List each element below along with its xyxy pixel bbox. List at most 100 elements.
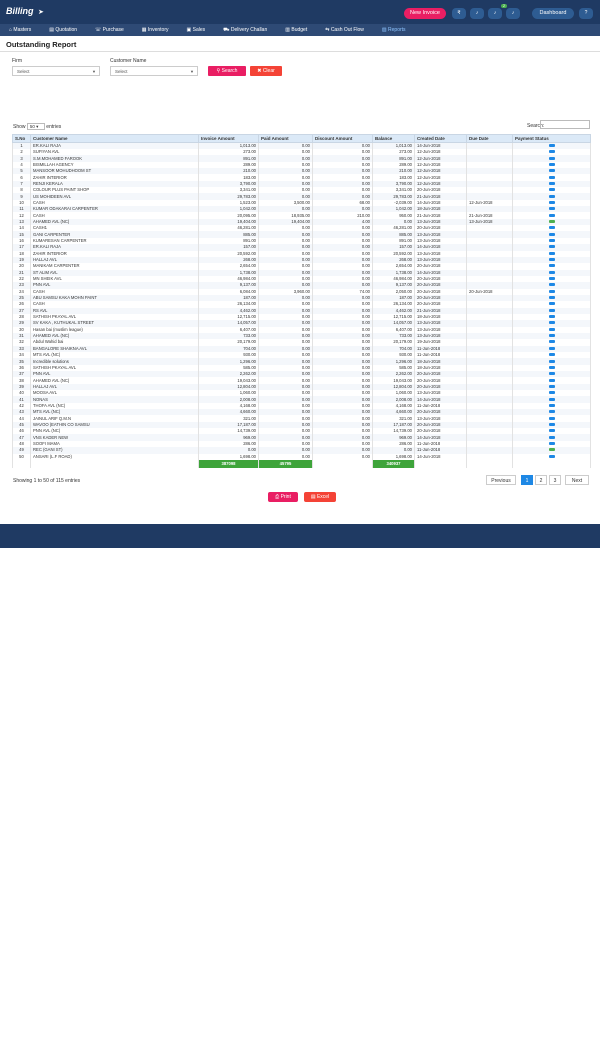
- payment-status-icon[interactable]: [548, 315, 555, 319]
- nav-reports[interactable]: ▧ Reports: [373, 27, 415, 33]
- payment-status-icon[interactable]: [548, 454, 555, 458]
- app-logo[interactable]: Billing: [6, 6, 34, 16]
- payment-status-icon[interactable]: [548, 327, 555, 331]
- notification-icon[interactable]: ♪: [488, 8, 502, 19]
- nav-quotation[interactable]: ▤ Quotation: [40, 27, 86, 33]
- payment-status-icon[interactable]: [548, 264, 555, 268]
- payment-status-icon[interactable]: [548, 258, 555, 262]
- payment-status-icon[interactable]: [548, 245, 555, 249]
- payment-status-icon[interactable]: [548, 435, 555, 439]
- help-icon[interactable]: ?: [579, 8, 593, 19]
- page-1-button[interactable]: 1: [521, 475, 533, 485]
- dashboard-button[interactable]: Dashboard: [532, 8, 574, 19]
- new-invoice-button[interactable]: New Invoice: [404, 8, 446, 19]
- search-button[interactable]: ⚲ Search: [208, 66, 246, 76]
- page-size-control: Show 50 ▾ entries: [13, 123, 61, 130]
- payment-status-icon[interactable]: [548, 156, 555, 160]
- payment-status-icon[interactable]: [548, 321, 555, 325]
- payment-status-icon[interactable]: [548, 200, 555, 204]
- excel-button-label: Excel: [316, 494, 330, 500]
- payment-status-icon[interactable]: [548, 378, 555, 382]
- previous-button[interactable]: Previous: [486, 475, 516, 485]
- payment-status-icon[interactable]: [548, 144, 555, 147]
- payment-status-icon[interactable]: [548, 410, 555, 414]
- payment-status-icon[interactable]: [548, 397, 555, 401]
- payment-status-icon[interactable]: [548, 169, 555, 173]
- payment-status-icon[interactable]: [548, 422, 555, 426]
- column-header[interactable]: Customer Name: [30, 134, 199, 143]
- payment-status-icon[interactable]: [548, 194, 555, 198]
- payment-status-icon[interactable]: [548, 391, 555, 395]
- payment-status-icon[interactable]: [548, 207, 555, 211]
- payment-status-icon[interactable]: [548, 238, 555, 242]
- customer-select[interactable]: Select ▼: [110, 66, 198, 76]
- payment-status-icon[interactable]: [548, 289, 555, 293]
- payment-status-icon[interactable]: [548, 372, 555, 376]
- payment-status-icon[interactable]: [548, 384, 555, 388]
- entries-info: Showing 1 to 50 of 115 entries: [13, 478, 81, 484]
- payment-status-icon[interactable]: [548, 150, 555, 154]
- column-header[interactable]: Invoice Amount: [198, 134, 259, 143]
- payment-status-icon[interactable]: [548, 226, 555, 230]
- payment-status-icon[interactable]: [548, 308, 555, 312]
- totals-row: 387098 45795 340937: [12, 459, 591, 468]
- table-header-row: S.No Customer Name Invoice Amount Paid Amou…: [12, 134, 591, 143]
- payment-status-icon[interactable]: [548, 219, 555, 223]
- payment-status-icon[interactable]: [548, 270, 555, 274]
- payment-status-icon[interactable]: [548, 441, 555, 445]
- powered-by-text: Powered By PDF Solutions: [523, 1057, 590, 1063]
- column-header[interactable]: Discount Amount: [312, 134, 373, 143]
- payment-status-icon[interactable]: [548, 232, 555, 236]
- payment-status-icon[interactable]: [548, 365, 555, 369]
- print-button[interactable]: ⎙ Print: [268, 492, 298, 502]
- column-header[interactable]: Created Date: [414, 134, 467, 143]
- clear-button[interactable]: ✖ Clear: [250, 66, 282, 76]
- rupee-icon[interactable]: ₹: [452, 8, 466, 19]
- payment-status-icon[interactable]: [548, 213, 555, 217]
- clear-button-label: Clear: [262, 68, 275, 74]
- bell-icon[interactable]: ♪: [470, 8, 484, 19]
- payment-status-icon[interactable]: [548, 283, 555, 287]
- column-header[interactable]: S.No: [12, 134, 31, 143]
- payment-status-icon[interactable]: [548, 302, 555, 306]
- column-header[interactable]: Balance: [372, 134, 415, 143]
- page-size-select[interactable]: 50 ▾: [26, 123, 45, 130]
- nav-inventory[interactable]: ▦ Inventory: [133, 27, 178, 33]
- nav-cash-out-flow[interactable]: ⇆ Cash Out Flow: [316, 27, 373, 33]
- payment-status-icon[interactable]: [548, 353, 555, 357]
- table-search-input[interactable]: [540, 120, 590, 129]
- menu-toggle-icon[interactable]: ➤: [38, 8, 44, 16]
- payment-status-icon[interactable]: [548, 340, 555, 344]
- excel-button[interactable]: ▤ Excel: [304, 492, 336, 502]
- payment-status-icon[interactable]: [548, 251, 555, 255]
- page-3-button[interactable]: 3: [549, 475, 561, 485]
- payment-status-icon[interactable]: [548, 181, 555, 185]
- payment-status-icon[interactable]: [548, 359, 555, 363]
- payment-status-icon[interactable]: [548, 346, 555, 350]
- payment-status-icon[interactable]: [548, 175, 555, 179]
- firm-select[interactable]: Select ▼: [12, 66, 100, 76]
- main-nav: ⌂ Masters ▤ Quotation ☏ Purchase ▦ Inven…: [0, 24, 600, 36]
- payment-status-icon[interactable]: [548, 277, 555, 281]
- column-header[interactable]: Payment Status: [512, 134, 591, 143]
- column-header[interactable]: Paid Amount: [258, 134, 313, 143]
- column-header[interactable]: Due Date: [466, 134, 513, 143]
- payment-status-icon[interactable]: [548, 429, 555, 433]
- payment-status-icon[interactable]: [548, 162, 555, 166]
- payment-status-icon[interactable]: [548, 334, 555, 338]
- nav-budget[interactable]: ▥ Budget: [276, 27, 316, 33]
- payment-status-icon[interactable]: [548, 416, 555, 420]
- payment-status-icon[interactable]: [548, 188, 555, 192]
- nav-sales[interactable]: ▣ Sales: [178, 27, 215, 33]
- alert-icon[interactable]: ♪: [506, 8, 520, 19]
- firm-select-value: Select: [17, 69, 30, 74]
- next-button[interactable]: Next: [565, 475, 589, 485]
- page-2-button[interactable]: 2: [535, 475, 547, 485]
- nav-purchase[interactable]: ☏ Purchase: [86, 27, 133, 33]
- payment-status-icon[interactable]: [548, 448, 555, 452]
- payment-status-icon[interactable]: [548, 403, 555, 407]
- nav-masters[interactable]: ⌂ Masters: [0, 27, 40, 33]
- payment-status-icon[interactable]: [548, 296, 555, 300]
- nav-delivery-challan[interactable]: ⛟ Delivery Challan: [214, 27, 276, 34]
- footer: Copyright 2017 © Billing Software. Power…: [0, 524, 600, 1063]
